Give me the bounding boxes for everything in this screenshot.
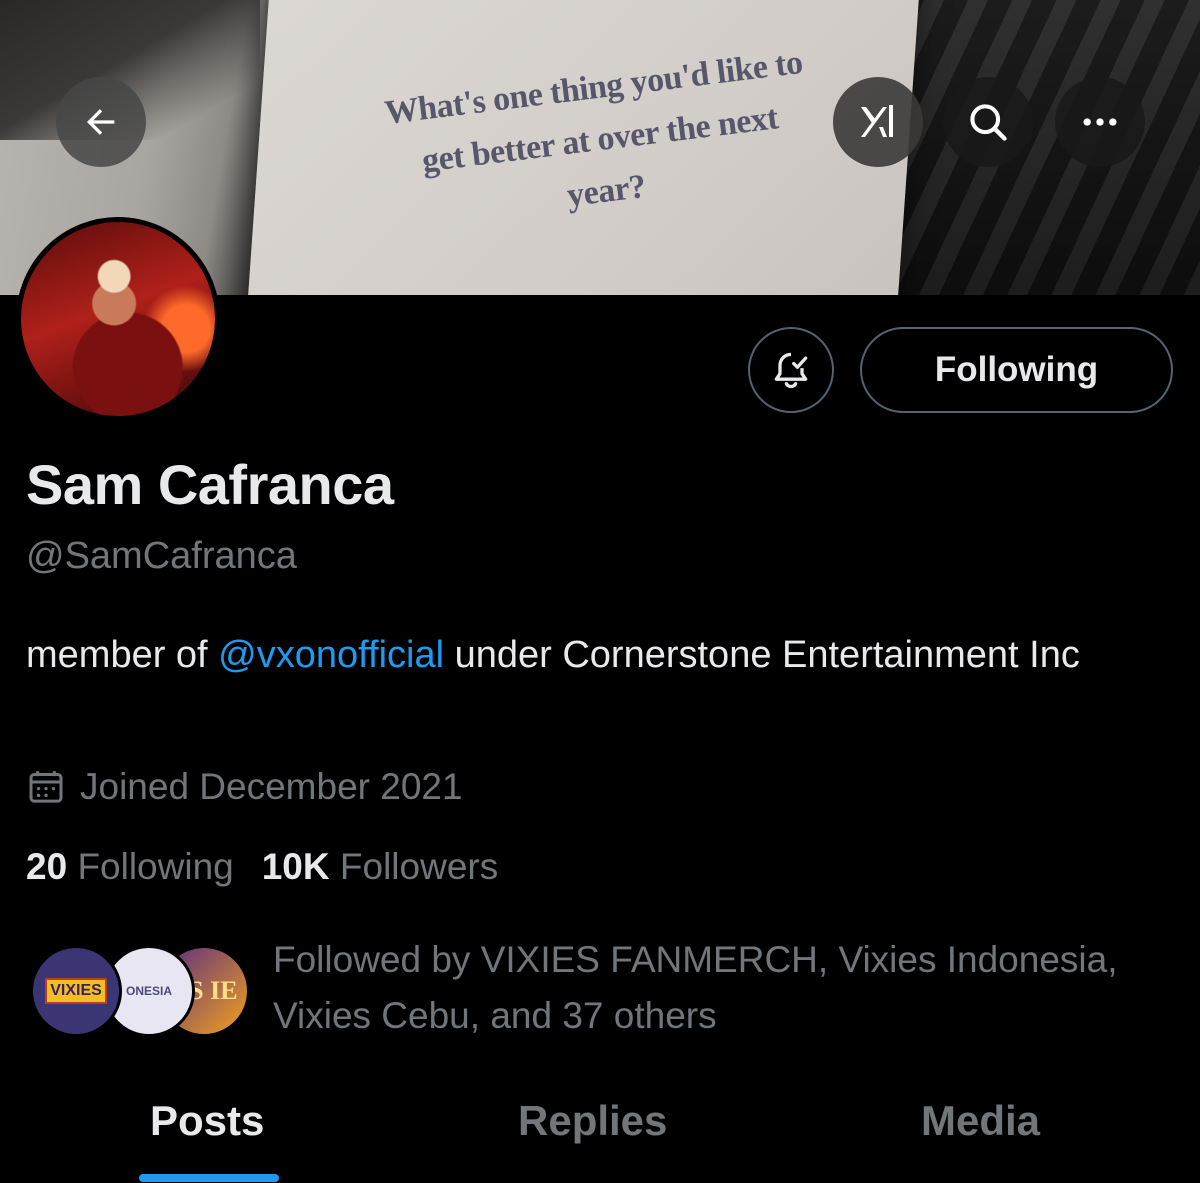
more-button[interactable] xyxy=(1055,77,1145,167)
arrow-left-icon xyxy=(87,109,115,135)
joined-date: Joined December 2021 xyxy=(26,764,463,810)
following-count: 20 xyxy=(26,846,68,887)
followers-stat[interactable]: 10K Followers xyxy=(262,846,499,888)
bell-check-icon xyxy=(774,352,808,389)
profile-bio: member of @vxonofficial under Cornerston… xyxy=(26,625,1146,685)
bio-suffix: under Cornerstone Entertainment Inc xyxy=(444,634,1080,676)
search-icon xyxy=(970,104,1007,141)
followers-count: 10K xyxy=(261,846,330,887)
active-tab-indicator xyxy=(139,1174,279,1182)
calendar-icon xyxy=(29,771,63,803)
followed-by-avatars[interactable]: VIXIES ONESIA VS IE xyxy=(30,945,250,1041)
banner-fabric xyxy=(880,0,1200,295)
tab-replies[interactable]: Replies xyxy=(518,1097,667,1145)
bio-mention-link[interactable]: @vxonofficial xyxy=(218,634,444,676)
follower-avatar-label: ONESIA xyxy=(125,984,172,998)
follow-stats: 20 Following 10K Followers xyxy=(26,846,526,888)
bio-prefix: member of xyxy=(26,634,219,676)
tab-posts[interactable]: Posts xyxy=(150,1097,264,1145)
notifications-button[interactable] xyxy=(748,327,834,413)
profile-tabs: Posts Replies Media xyxy=(0,1085,1200,1183)
follower-avatar-label: VIXIES xyxy=(45,978,107,1004)
user-handle: @SamCafranca xyxy=(26,535,297,577)
profile-avatar[interactable] xyxy=(16,217,220,421)
display-name: Sam Cafranca xyxy=(26,453,394,516)
grok-button[interactable] xyxy=(833,77,923,167)
followers-label: Followers xyxy=(339,846,499,887)
following-button[interactable]: Following xyxy=(860,327,1173,413)
follower-avatar-vixies-fanmerch: VIXIES xyxy=(30,945,122,1037)
back-button[interactable] xyxy=(56,77,146,167)
followed-by-text[interactable]: Followed by VIXIES FANMERCH, Vixies Indo… xyxy=(273,932,1173,1044)
tab-media[interactable]: Media xyxy=(921,1097,1040,1145)
more-horizontal-icon xyxy=(1083,118,1117,126)
grok-icon xyxy=(861,105,893,137)
following-label: Following xyxy=(77,846,234,887)
joined-text: Joined December 2021 xyxy=(80,766,463,807)
following-stat[interactable]: 20 Following xyxy=(26,846,234,888)
search-button[interactable] xyxy=(943,77,1033,167)
